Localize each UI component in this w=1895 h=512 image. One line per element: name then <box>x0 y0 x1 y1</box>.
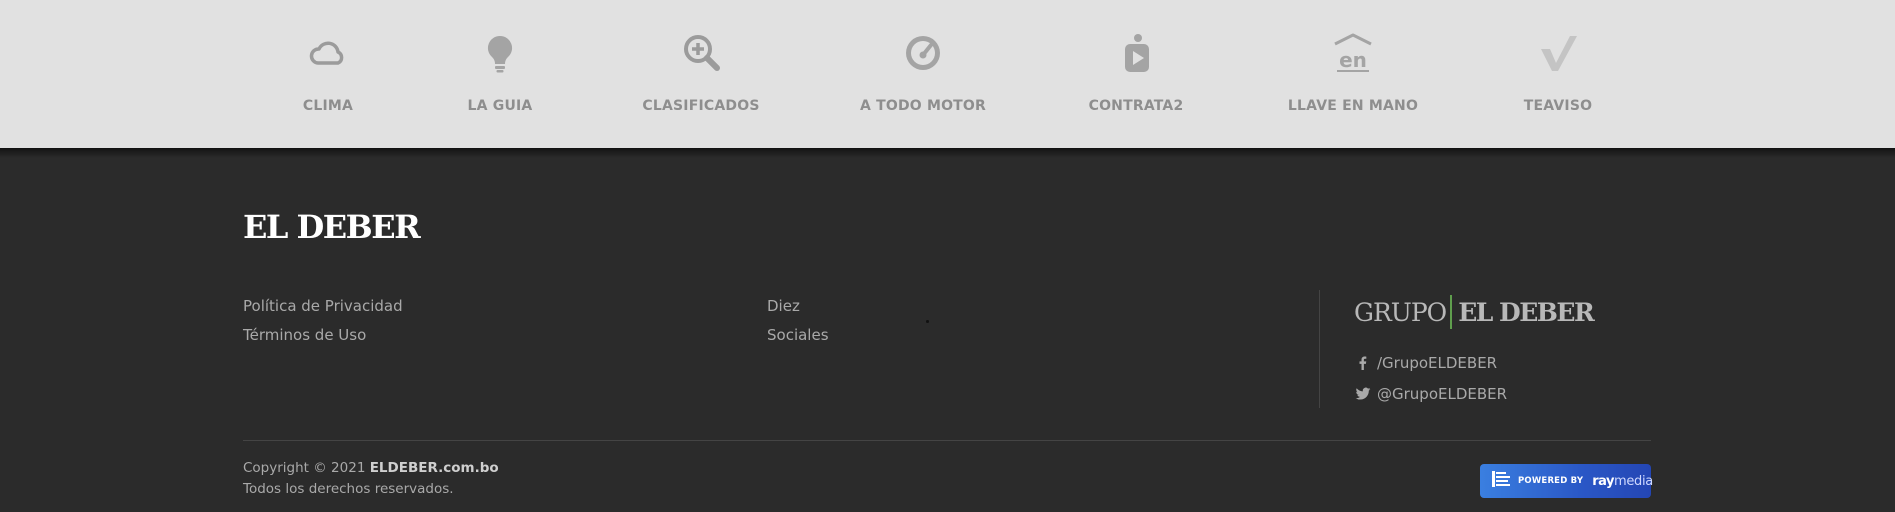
service-label: LA GUIA <box>467 98 533 114</box>
magnifier-plus-icon <box>678 30 724 76</box>
powered-by-text: POWERED BY <box>1518 476 1584 486</box>
facebook-link[interactable]: /GrupoELDEBER <box>1354 354 1497 372</box>
copyright-line: Copyright © 2021 ELDEBER.com.bo <box>243 458 499 479</box>
service-clima[interactable]: CLIMA <box>248 30 408 120</box>
service-llave-en-mano[interactable]: en LLAVE EN MANO <box>1273 30 1433 120</box>
group-logo-accent <box>1450 295 1453 329</box>
copyright-site[interactable]: ELDEBER.com.bo <box>370 460 499 476</box>
service-label: CLIMA <box>302 98 354 114</box>
service-clasificados[interactable]: CLASIFICADOS <box>621 30 781 120</box>
service-contrata2[interactable]: CONTRATA2 <box>1056 30 1216 120</box>
raymedia-logo-icon <box>1492 471 1510 491</box>
rights-text: Todos los derechos reservados. <box>243 481 454 497</box>
el-deber-logo[interactable]: EL DEBER <box>243 208 421 246</box>
lightbulb-icon <box>477 30 523 76</box>
privacy-policy-link[interactable]: Política de Privacidad <box>243 292 403 321</box>
horizontal-divider <box>243 440 1651 441</box>
sociales-link[interactable]: Sociales <box>767 321 829 350</box>
service-label: A TODO MOTOR <box>859 98 987 114</box>
footer-links-sections: Diez Sociales <box>767 292 829 350</box>
person-play-icon <box>1113 30 1159 76</box>
speedometer-icon <box>900 30 946 76</box>
twitter-icon <box>1354 385 1372 403</box>
group-logo-part1: GRUPO <box>1354 297 1447 327</box>
service-la-guia[interactable]: LA GUIA <box>420 30 580 120</box>
decorative-dot <box>926 320 929 323</box>
facebook-icon <box>1354 354 1372 372</box>
bar-shadow <box>0 148 1895 158</box>
copyright: Copyright © 2021 ELDEBER.com.bo Todos lo… <box>243 458 499 500</box>
services-bar: CLIMA LA GUIA CLASIFICADOS A TODO MOTOR … <box>0 0 1895 148</box>
svg-text:en: en <box>1339 48 1367 72</box>
checkmark-icon <box>1535 30 1581 76</box>
group-logo-part2: EL DEBER <box>1458 297 1595 327</box>
twitter-row: @GrupoELDEBER <box>1354 385 1507 403</box>
service-label: TEAVISO <box>1523 98 1593 114</box>
service-label: LLAVE EN MANO <box>1287 98 1419 114</box>
vertical-divider <box>1319 290 1320 408</box>
service-label: CONTRATA2 <box>1088 98 1184 114</box>
service-a-todo-motor[interactable]: A TODO MOTOR <box>843 30 1003 120</box>
diez-link[interactable]: Diez <box>767 292 829 321</box>
raymedia-brand-b: media <box>1613 473 1653 489</box>
service-teaviso[interactable]: TEAVISO <box>1478 30 1638 120</box>
footer-links-legal: Política de Privacidad Términos de Uso <box>243 292 403 350</box>
facebook-handle: /GrupoELDEBER <box>1377 354 1498 372</box>
twitter-link[interactable]: @GrupoELDEBER <box>1354 385 1507 403</box>
twitter-handle: @GrupoELDEBER <box>1377 385 1508 403</box>
cloud-icon <box>305 30 351 76</box>
terms-of-use-link[interactable]: Términos de Uso <box>243 321 403 350</box>
house-en-icon: en <box>1330 30 1376 76</box>
powered-by-raymedia-badge[interactable]: POWERED BY ray media <box>1480 464 1653 498</box>
facebook-row: /GrupoELDEBER <box>1354 354 1497 372</box>
service-label: CLASIFICADOS <box>642 98 760 114</box>
copyright-text: Copyright © 2021 <box>243 460 366 476</box>
grupo-el-deber-logo[interactable]: GRUPO EL DEBER <box>1354 294 1595 330</box>
raymedia-brand-a: ray <box>1592 473 1614 489</box>
